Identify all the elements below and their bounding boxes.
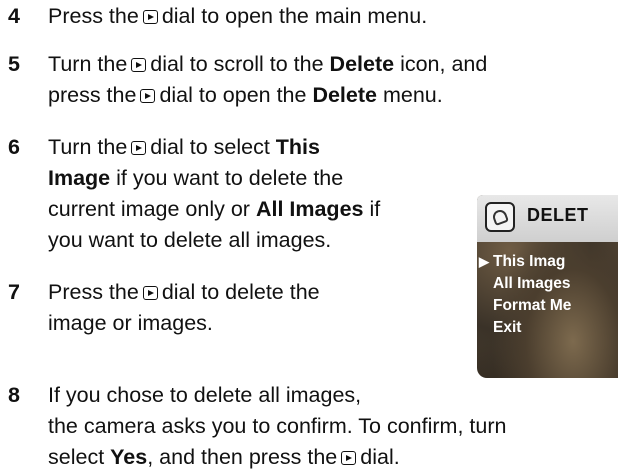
step-8: 8 If you chose to delete all images, the… bbox=[0, 380, 618, 473]
step-text-line: press the dial to open the Delete menu. bbox=[48, 83, 443, 107]
step-text-line: current image only or All Images if bbox=[48, 197, 381, 221]
step-number: 5 bbox=[8, 52, 20, 76]
step-text-line: Image if you want to delete the bbox=[48, 166, 344, 190]
step-7: 7 Press the dial to delete the image or i… bbox=[0, 277, 470, 339]
step-number: 7 bbox=[8, 280, 20, 304]
step-number: 6 bbox=[8, 135, 20, 159]
step-number: 4 bbox=[8, 4, 20, 28]
screen-menu-item-this-image: ▶ This Imag bbox=[479, 251, 571, 273]
play-dial-icon bbox=[131, 141, 147, 155]
step-text-line: Turn the dial to scroll to the Delete ico… bbox=[48, 52, 488, 76]
step-text-line: you want to delete all images. bbox=[48, 228, 332, 252]
screen-menu-item-all-images: All Images bbox=[493, 275, 571, 292]
step-text-line: image or images. bbox=[48, 311, 213, 335]
step-number: 8 bbox=[8, 383, 20, 407]
selection-arrow-icon: ▶ bbox=[479, 254, 489, 269]
screen-menu-item-exit: Exit bbox=[493, 319, 522, 336]
play-dial-icon bbox=[142, 286, 158, 300]
step-text-line: Turn the dial to select This bbox=[48, 135, 320, 159]
step-text: Press the dial to open the main menu. bbox=[48, 4, 428, 28]
step-6: 6 Turn the dial to select This Image if y… bbox=[0, 132, 470, 256]
step-text-line: select Yes, and then press the dial. bbox=[48, 445, 400, 469]
play-dial-icon bbox=[131, 58, 147, 72]
screen-title: DELET bbox=[527, 205, 589, 225]
play-dial-icon bbox=[142, 10, 158, 24]
screen-menu: ▶ This Imag All Images Format Me Exit bbox=[479, 251, 571, 339]
step-5: 5 Turn the dial to scroll to the Delete i… bbox=[0, 49, 618, 111]
step-text-line: the camera asks you to confirm. To confi… bbox=[48, 414, 507, 438]
play-dial-icon bbox=[140, 89, 156, 103]
step-text-line: If you chose to delete all images, bbox=[48, 383, 362, 407]
step-4: 4 Press the dial to open the main menu. bbox=[0, 1, 618, 32]
screen-header: DELET bbox=[477, 195, 618, 242]
delete-icon bbox=[485, 202, 515, 232]
screen-menu-item-format-memory: Format Me bbox=[493, 297, 572, 314]
step-text-line: Press the dial to delete the bbox=[48, 280, 320, 304]
camera-screen-image: DELET ▶ This Imag All Images Format Me E… bbox=[477, 195, 618, 378]
play-dial-icon bbox=[341, 451, 357, 465]
